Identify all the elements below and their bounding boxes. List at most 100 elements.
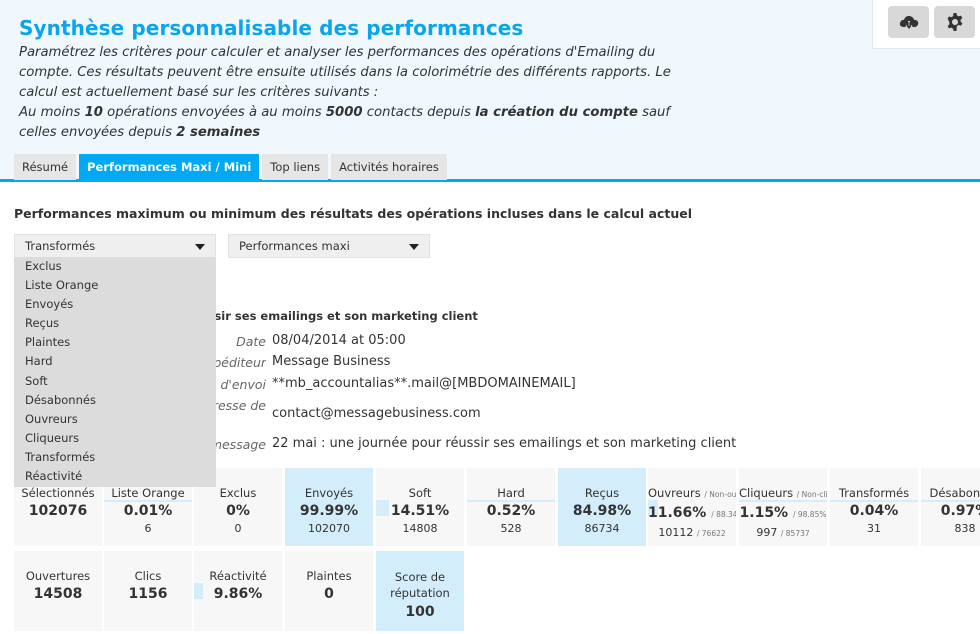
- stat-tile-cliqueurs: Cliqueurs / Non-cli. 1.15% / 98.85% 997 / …: [739, 468, 827, 546]
- stat-label: Liste Orange: [104, 486, 192, 500]
- stat-sub-text: 31: [867, 522, 881, 535]
- dropdown-option-envoyes[interactable]: Envoyés: [14, 295, 216, 314]
- tab-resume[interactable]: Résumé: [14, 154, 77, 180]
- stat-sub-value: 102070: [285, 522, 373, 535]
- stat-tile-reactivite: Réactivité 9.86%: [194, 551, 282, 631]
- stat-sub-text: 997: [756, 526, 778, 539]
- dropdown-option-cliqueurs[interactable]: Cliqueurs: [14, 429, 216, 448]
- stat-tile-recus: Reçus 84.98% 86734: [558, 468, 646, 546]
- stat-label: Plaintes: [285, 569, 373, 583]
- stat-label-text: Clics: [134, 569, 162, 583]
- stat-main-text: 0: [324, 586, 334, 602]
- intro-description: Paramétrez les critères pour calculer et…: [19, 45, 671, 100]
- field-value-sender-address: **mb_accountalias**.mail@[MBDOMAINEMAIL]: [272, 376, 576, 391]
- stat-main-value: 9.86%: [194, 586, 282, 602]
- dropdown-option-plaintes[interactable]: Plaintes: [14, 333, 216, 352]
- stat-label: Transformés: [830, 486, 918, 500]
- stat-label: Score de réputation: [376, 569, 464, 601]
- criteria-mid1: opérations envoyées à au moins: [102, 105, 326, 120]
- stat-main-extra: / 88.34%: [711, 510, 736, 519]
- metric-select-value: Transformés: [25, 239, 96, 253]
- stat-sub-text: 14808: [402, 522, 438, 535]
- stat-label-text: Envoyés: [304, 486, 354, 500]
- criteria-min-operations: 10: [84, 105, 103, 120]
- stat-label-text: Soft: [408, 486, 432, 500]
- stat-sub-text: 528: [500, 522, 522, 535]
- stat-sub-value: 10112 / 76622: [648, 526, 736, 540]
- stat-main-extra: / 98.85%: [792, 510, 827, 519]
- chevron-down-icon: [195, 244, 205, 250]
- stat-main-value: 14508: [14, 586, 102, 602]
- section-title: Performances maximum ou minimum des résu…: [14, 206, 693, 221]
- stat-sub-text: 86734: [584, 522, 620, 535]
- stat-main-value: 99.99%: [285, 503, 373, 519]
- stat-sub-text: 10112: [658, 526, 694, 539]
- stat-main-text: 84.98%: [572, 503, 632, 519]
- download-button[interactable]: [888, 6, 929, 38]
- stat-tile-soft: Soft 14.51% 14808: [376, 468, 464, 546]
- stat-main-value: 14.51%: [376, 503, 464, 519]
- stat-tile-hard: Hard 0.52% 528: [467, 468, 555, 546]
- stat-label-text: Réactivité: [209, 569, 267, 583]
- stat-label: Exclus: [194, 486, 282, 500]
- field-value-sender-name: Message Business: [272, 354, 391, 369]
- stat-tile-ouvertures: Ouvertures 14508: [14, 551, 102, 631]
- stat-fill-bar: [467, 500, 555, 502]
- stat-main-value: 0.04%: [830, 503, 918, 519]
- dropdown-option-exclus[interactable]: Exclus: [14, 257, 216, 276]
- stat-label-text: Reçus: [584, 486, 620, 500]
- stat-fill-bar: [830, 500, 918, 502]
- dropdown-option-transformes[interactable]: Transformés: [14, 448, 216, 467]
- stat-main-text: 0.04%: [849, 503, 899, 519]
- stat-tile-plaintes: Plaintes 0: [285, 551, 373, 631]
- stat-label: Ouvertures: [14, 569, 102, 583]
- stat-label: Soft: [376, 486, 464, 500]
- stat-tile-ouvreurs: Ouvreurs / Non-ouv. 11.66% / 88.34% 10112 …: [648, 468, 736, 546]
- stat-main-text: 102076: [28, 503, 88, 519]
- stat-label-text: Transformés: [838, 486, 910, 500]
- stat-tile-desabonnes: Désabonnés 0.97% 838: [921, 468, 980, 546]
- dropdown-option-ouvreurs[interactable]: Ouvreurs: [14, 410, 216, 429]
- stat-main-text: 9.86%: [213, 586, 263, 602]
- stat-sub-value: 14808: [376, 522, 464, 535]
- stat-sub-extra: / 85737: [780, 529, 810, 538]
- field-value-reply-address: contact@messagebusiness.com: [272, 406, 481, 421]
- stat-main-value: 100: [376, 604, 464, 620]
- stat-sub-value: 6: [104, 522, 192, 535]
- tab-activites-horaires[interactable]: Activités horaires: [331, 154, 447, 180]
- stat-label-text: Ouvreurs: [648, 486, 701, 500]
- stat-main-text: 0.97%: [940, 503, 980, 519]
- stat-main-value: 0: [285, 586, 373, 602]
- stat-label-line: Score de: [394, 570, 446, 584]
- dropdown-option-hard[interactable]: Hard: [14, 352, 216, 371]
- metric-select[interactable]: Transformés: [14, 234, 216, 258]
- stat-tile-transformes: Transformés 0.04% 31: [830, 468, 918, 546]
- settings-button[interactable]: [934, 6, 975, 38]
- stat-label: Désabonnés: [921, 486, 980, 500]
- dropdown-option-soft[interactable]: Soft: [14, 372, 216, 391]
- stat-tile-score-de-reputation: Score de réputation 100: [376, 551, 464, 631]
- stat-label-extra: / Non-ouv.: [704, 490, 736, 499]
- tab-performances-maxi-mini[interactable]: Performances Maxi / Mini: [79, 154, 260, 180]
- dropdown-option-liste-orange[interactable]: Liste Orange: [14, 276, 216, 295]
- stat-main-value: 1.15% / 98.85%: [739, 505, 827, 523]
- stat-main-value: 0.52%: [467, 503, 555, 519]
- stat-main-text: 0.01%: [123, 503, 173, 519]
- dropdown-option-recus[interactable]: Reçus: [14, 314, 216, 333]
- dropdown-option-desabonnes[interactable]: Désabonnés: [14, 391, 216, 410]
- stat-label: Sélectionnés: [14, 486, 102, 500]
- dropdown-option-reactivite[interactable]: Réactivité: [14, 467, 216, 486]
- stat-label-extra: / Non-cli.: [796, 490, 827, 499]
- page-title: Synthèse personnalisable des performance…: [19, 16, 524, 40]
- stat-label-text: Cliqueurs: [739, 486, 794, 500]
- stat-main-value: 0%: [194, 503, 282, 519]
- stat-main-text: 11.66%: [648, 505, 707, 521]
- stat-main-text: 0%: [226, 503, 250, 519]
- stat-main-value: 0.01%: [104, 503, 192, 519]
- criteria-excluded-period: 2 semaines: [176, 125, 261, 140]
- tab-top-liens[interactable]: Top liens: [262, 154, 329, 180]
- mode-select[interactable]: Performances maxi: [228, 234, 430, 258]
- stat-sub-value: 838: [921, 522, 980, 535]
- stat-label: Ouvreurs / Non-ouv.: [648, 486, 736, 502]
- stat-sub-text: 102070: [308, 522, 350, 535]
